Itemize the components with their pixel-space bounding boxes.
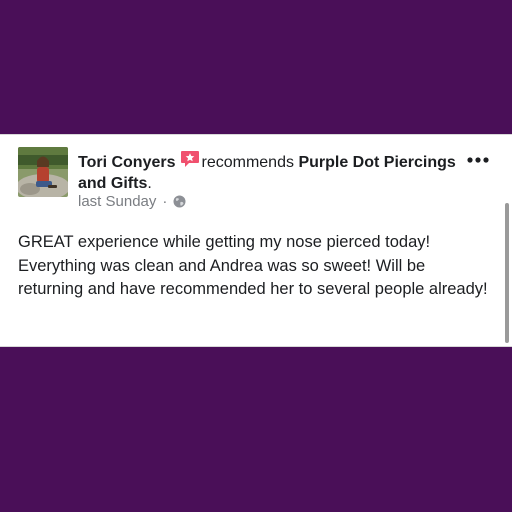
more-options-icon[interactable] — [466, 153, 490, 167]
post-header: Tori Conyers recommends Purple Dot Pierci… — [78, 149, 458, 194]
scrollbar[interactable] — [505, 203, 509, 343]
avatar-photo — [18, 147, 68, 197]
trailing-punct: . — [147, 175, 152, 192]
avatar[interactable] — [18, 147, 68, 197]
post-meta: last Sunday · — [78, 193, 186, 210]
author-name[interactable]: Tori Conyers — [78, 154, 176, 171]
page-background: Tori Conyers recommends Purple Dot Pierci… — [0, 0, 512, 512]
globe-icon — [173, 195, 186, 208]
review-post-card: Tori Conyers recommends Purple Dot Pierci… — [0, 134, 512, 347]
timestamp[interactable]: last Sunday — [78, 193, 156, 210]
meta-separator: · — [162, 193, 168, 210]
recommendation-badge-icon — [180, 149, 200, 169]
action-text: recommends — [201, 154, 294, 171]
post-body: GREAT experience while getting my nose p… — [18, 233, 488, 298]
